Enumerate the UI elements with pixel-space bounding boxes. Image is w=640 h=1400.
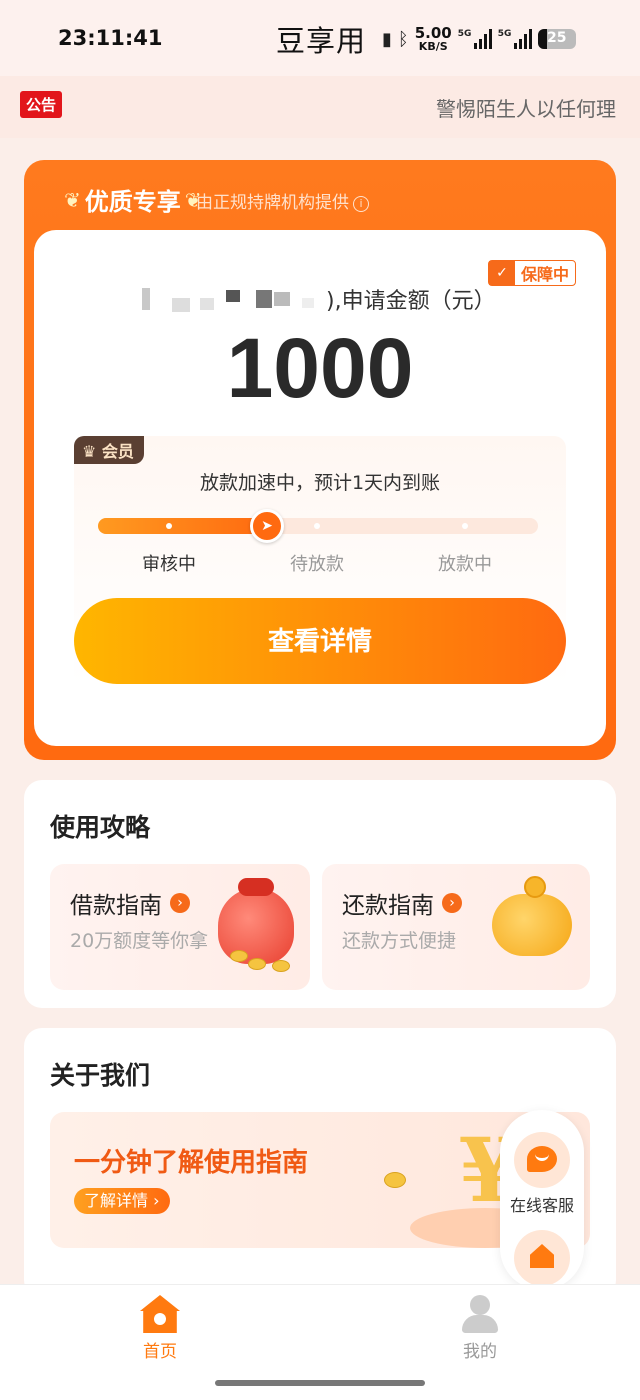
repay-guide-title: 还款指南 › — [342, 886, 462, 920]
guarantee-label: 保障中 — [520, 265, 569, 284]
status-time: 23:11:41 — [58, 26, 163, 50]
guarantee-badge: ✓ 保障中 — [487, 260, 576, 286]
apply-amount-label: ),申请金额（元） — [326, 289, 496, 314]
member-status-text: 放款加速中，预计1天内到账 — [199, 472, 441, 494]
progress-dot — [462, 523, 468, 529]
apply-amount: 1000 — [226, 321, 414, 415]
chevron-right-icon: › — [442, 893, 462, 913]
progress-fill — [98, 518, 268, 534]
learn-more-label: 了解详情 — [84, 1191, 149, 1210]
step-label: 待放款 — [290, 554, 344, 575]
bluetooth-icon: ᛒ — [397, 28, 409, 50]
info-icon[interactable]: i — [353, 196, 369, 212]
status-app-name: 豆享用 — [276, 24, 367, 58]
member-status-box: ♛ 会员 放款加速中，预计1天内到账 ➤ 审核中 待放款 放款中 查看详情 — [74, 436, 566, 686]
progress-dot — [314, 523, 320, 529]
notice-bar[interactable]: 公告 警惕陌生人以任何理 — [0, 76, 640, 138]
home-indicator[interactable] — [215, 1380, 425, 1386]
sim1-label: 5G — [457, 29, 472, 39]
floating-service: 在线客服 — [500, 1110, 584, 1290]
battery-icon: 25 — [537, 29, 576, 49]
repay-guide-card[interactable]: 还款指南 › 还款方式便捷 — [322, 864, 590, 990]
guide-section-title: 使用攻略 — [50, 813, 151, 842]
borrow-guide-card[interactable]: 借款指南 › 20万额度等你拿 — [50, 864, 310, 990]
borrow-guide-subtitle: 20万额度等你拿 — [70, 930, 209, 952]
notice-tag: 公告 — [20, 91, 63, 118]
tab-home-label: 首页 — [143, 1342, 177, 1362]
card-inner: ✓ 保障中 ),申请金额（元） 1000 ♛ 会员 放款加速中，预计1天内到账 — [34, 230, 606, 746]
home-shortcut-icon[interactable] — [514, 1230, 570, 1286]
tab-home[interactable]: 首页 — [110, 1295, 210, 1362]
view-details-button[interactable]: 查看详情 — [74, 598, 566, 684]
chevron-right-icon: › — [170, 893, 190, 913]
card-badge: ❦ 优质专享 ❦ — [64, 182, 202, 217]
progress-track: ➤ — [98, 509, 538, 543]
card-subtitle-text: 由正规持牌机构提供 — [196, 193, 349, 213]
signal-icon-sim1: 5G — [458, 29, 492, 49]
member-tag-text: 会员 — [101, 442, 134, 461]
banner-title: 一分钟了解使用指南 — [74, 1148, 309, 1178]
customer-service-icon[interactable] — [514, 1132, 570, 1188]
home-icon — [140, 1295, 180, 1333]
signal-icon-sim2: 5G — [498, 29, 532, 49]
rocket-icon: ➤ — [250, 509, 284, 543]
borrow-guide-title-text: 借款指南 — [70, 893, 162, 919]
repay-guide-title-text: 还款指南 — [342, 893, 434, 919]
status-icons: ▮ ᛒ 5.00 KB/S 5G 5G 25 — [382, 24, 576, 54]
apply-row: ),申请金额（元） — [142, 284, 496, 314]
step-label: 放款中 — [438, 554, 492, 575]
repay-guide-subtitle: 还款方式便捷 — [342, 930, 457, 952]
notice-text: 警惕陌生人以任何理 — [436, 97, 616, 121]
progress-dot — [166, 523, 172, 529]
battery-level: 25 — [546, 30, 567, 46]
learn-more-button[interactable]: 了解详情 › — [74, 1188, 170, 1214]
net-speed-value: 5.00 — [414, 24, 452, 42]
customer-service-label[interactable]: 在线客服 — [500, 1192, 584, 1216]
tab-mine-label: 我的 — [463, 1342, 497, 1362]
borrow-guide-title: 借款指南 › — [70, 886, 190, 920]
step-label: 审核中 — [142, 554, 196, 575]
status-bar: 23:11:41 豆享用 ▮ ᛒ 5.00 KB/S 5G 5G 25 — [0, 0, 640, 76]
guide-section: 使用攻略 借款指南 › 20万额度等你拿 还款指南 › 还款方式便捷 — [24, 780, 616, 1008]
sim2-label: 5G — [497, 29, 512, 39]
tab-mine[interactable]: 我的 — [430, 1295, 530, 1362]
user-icon — [460, 1295, 500, 1333]
loan-card: ❦ 优质专享 ❦ 由正规持牌机构提供 i ✓ 保障中 ),申请金额（元） 1000 — [24, 160, 616, 760]
masked-name — [142, 286, 326, 312]
about-section-title: 关于我们 — [50, 1061, 151, 1090]
net-speed-unit: KB/S — [418, 40, 448, 53]
card-badge-text: 优质专享 — [84, 188, 181, 216]
vibrate-icon: ▮ — [382, 28, 392, 50]
card-subtitle: 由正规持牌机构提供 i — [196, 188, 369, 213]
laurel-left-icon: ❦ — [64, 187, 81, 212]
crown-icon: ♛ — [82, 442, 97, 461]
net-speed: 5.00 KB/S — [414, 24, 452, 53]
shield-check-icon: ✓ — [488, 261, 515, 285]
member-tag: ♛ 会员 — [74, 436, 144, 464]
